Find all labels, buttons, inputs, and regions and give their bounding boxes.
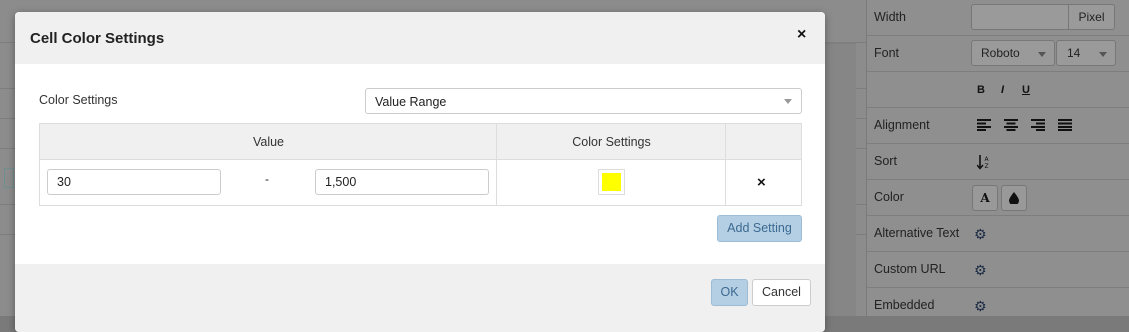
gear-icon[interactable]: ⚙ — [974, 227, 988, 241]
bold-button[interactable]: B — [977, 84, 985, 96]
gear-icon[interactable]: ⚙ — [974, 299, 988, 313]
align-left-icon[interactable] — [977, 119, 991, 131]
dialog-title: Cell Color Settings — [30, 30, 165, 47]
font-size-select[interactable]: 14 — [1056, 40, 1116, 66]
dialog-footer — [15, 264, 825, 332]
color-swatch-button[interactable] — [598, 169, 625, 195]
width-label: Width — [874, 10, 906, 24]
column-divider — [725, 124, 726, 205]
column-header-actions — [726, 124, 801, 160]
range-from-input[interactable]: 30 — [47, 169, 221, 195]
column-divider — [496, 124, 497, 205]
color-rules-table: Value Color Settings 30 - 1,500 × — [39, 123, 802, 206]
fill-color-button[interactable] — [1001, 185, 1027, 211]
custom-url-row: Custom URL ⚙ — [867, 252, 1129, 288]
background-cell — [4, 168, 14, 188]
font-family-select[interactable]: Roboto — [971, 40, 1055, 66]
dialog-header: Cell Color Settings × — [15, 12, 825, 64]
text-style-row: B I U — [867, 72, 1129, 108]
range-to-input[interactable]: 1,500 — [315, 169, 489, 195]
font-size-value: 14 — [1067, 46, 1081, 60]
gear-icon[interactable]: ⚙ — [974, 263, 988, 277]
width-row: Width Pixel — [867, 0, 1129, 36]
embedded-label: Embedded — [874, 298, 935, 312]
font-label: Font — [874, 46, 900, 60]
cancel-button[interactable]: Cancel — [752, 279, 811, 306]
color-row: Color A — [867, 180, 1129, 216]
color-mode-value: Value Range — [375, 95, 447, 109]
custom-url-label: Custom URL — [874, 262, 946, 276]
color-label: Color — [874, 190, 904, 204]
align-center-icon[interactable] — [1004, 119, 1018, 131]
font-row: Font Roboto 14 — [867, 36, 1129, 72]
sort-icon[interactable]: AZ — [977, 154, 991, 170]
svg-text:A: A — [985, 156, 990, 163]
ok-button[interactable]: OK — [711, 279, 748, 306]
chevron-down-icon — [1038, 52, 1046, 57]
sort-label: Sort — [874, 154, 897, 168]
add-setting-button[interactable]: Add Setting — [717, 215, 802, 242]
background-panel — [820, 44, 856, 316]
color-settings-label: Color Settings — [39, 93, 118, 107]
sort-row: Sort AZ — [867, 144, 1129, 180]
chevron-down-icon — [784, 99, 792, 104]
embedded-row: Embedded ⚙ — [867, 288, 1129, 324]
width-input[interactable] — [971, 4, 1069, 30]
column-header-color-settings: Color Settings — [572, 135, 651, 149]
alignment-row: Alignment — [867, 108, 1129, 144]
text-color-button[interactable]: A — [972, 185, 998, 211]
svg-text:Z: Z — [985, 163, 989, 170]
pixel-unit-button[interactable]: Pixel — [1068, 4, 1115, 30]
properties-panel: Width Pixel Font Roboto 14 B I U Alignme… — [866, 0, 1129, 316]
range-separator: - — [265, 172, 269, 186]
color-mode-select[interactable]: Value Range — [365, 88, 802, 114]
close-icon[interactable]: × — [797, 26, 806, 44]
underline-button[interactable]: U — [1022, 84, 1030, 96]
chevron-down-icon — [1099, 52, 1107, 57]
alternative-text-row: Alternative Text ⚙ — [867, 216, 1129, 252]
italic-button[interactable]: I — [1001, 84, 1004, 96]
delete-row-icon[interactable]: × — [757, 174, 766, 191]
align-right-icon[interactable] — [1031, 119, 1045, 131]
cell-color-settings-dialog: Cell Color Settings × Color Settings Val… — [15, 12, 825, 332]
align-justify-icon[interactable] — [1058, 119, 1072, 131]
font-family-value: Roboto — [981, 46, 1020, 60]
column-header-value: Value — [252, 135, 285, 149]
table-header: Value Color Settings — [40, 124, 801, 160]
alternative-text-label: Alternative Text — [874, 226, 960, 240]
drop-icon — [1009, 192, 1019, 206]
color-swatch-fill — [602, 173, 621, 191]
alignment-label: Alignment — [874, 118, 930, 132]
